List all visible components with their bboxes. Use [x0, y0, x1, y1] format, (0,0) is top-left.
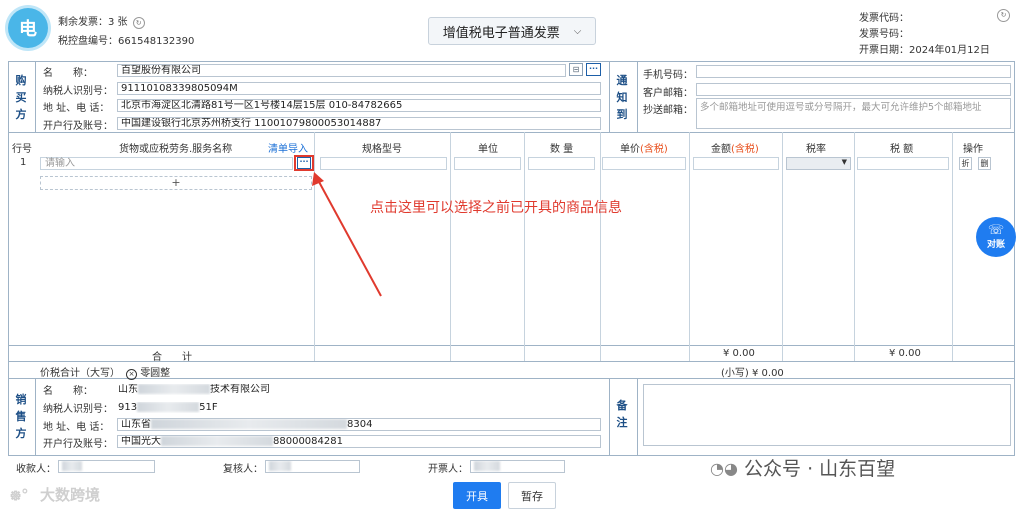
- seller-tax-id-label: 纳税人识别号：: [43, 404, 113, 415]
- seller-section-label: 销售方: [15, 393, 27, 440]
- seller-address-field[interactable]: 山东省 8304: [117, 418, 601, 431]
- seller-name-field[interactable]: 山东 技术有限公司: [117, 383, 601, 396]
- chat-icon: ☏: [987, 223, 1005, 238]
- cross-circle-icon: ×: [126, 369, 137, 380]
- checker-field[interactable]: [265, 460, 360, 473]
- seller-tax-id-field[interactable]: 913 51F: [117, 401, 601, 414]
- payee-label: 收款人：: [16, 464, 56, 475]
- brand-icon: ᪥°: [10, 486, 29, 504]
- wechat-icon: ◔◕: [710, 458, 738, 478]
- grand-total-upper: × 零圆整: [126, 364, 170, 380]
- drawer-label: 开票人：: [428, 464, 468, 475]
- drawer-field[interactable]: [470, 460, 565, 473]
- seller-name-label: 名 称：: [43, 386, 93, 397]
- remark-field[interactable]: [643, 384, 1011, 446]
- grand-total-lower: (小写) ¥ 0.00: [721, 368, 784, 379]
- remark-section-label: 备注: [616, 399, 628, 429]
- seller-bank-field[interactable]: 中国光大 88000084281: [117, 435, 601, 448]
- total-label: 合 计: [152, 352, 192, 363]
- seller-bank-label: 开户行及账号：: [43, 439, 113, 450]
- reconcile-widget[interactable]: ☏ 对账: [976, 217, 1016, 257]
- seller-address-label: 地 址、电 话：: [43, 422, 110, 433]
- grand-total-label: 价税合计（大写）: [40, 368, 120, 379]
- save-draft-button[interactable]: 暂存: [508, 482, 556, 509]
- annotation-text: 点击这里可以选择之前已开具的商品信息: [370, 200, 622, 216]
- watermark-right: ◔◕ 公众号 · 山东百望: [710, 458, 896, 480]
- total-tax: ¥ 0.00: [889, 348, 921, 359]
- checker-label: 复核人：: [223, 464, 263, 475]
- issue-button[interactable]: 开具: [453, 482, 501, 509]
- watermark-left: ᪥° 大数跨境: [10, 484, 100, 508]
- payee-field[interactable]: [58, 460, 155, 473]
- total-amount: ¥ 0.00: [723, 348, 755, 359]
